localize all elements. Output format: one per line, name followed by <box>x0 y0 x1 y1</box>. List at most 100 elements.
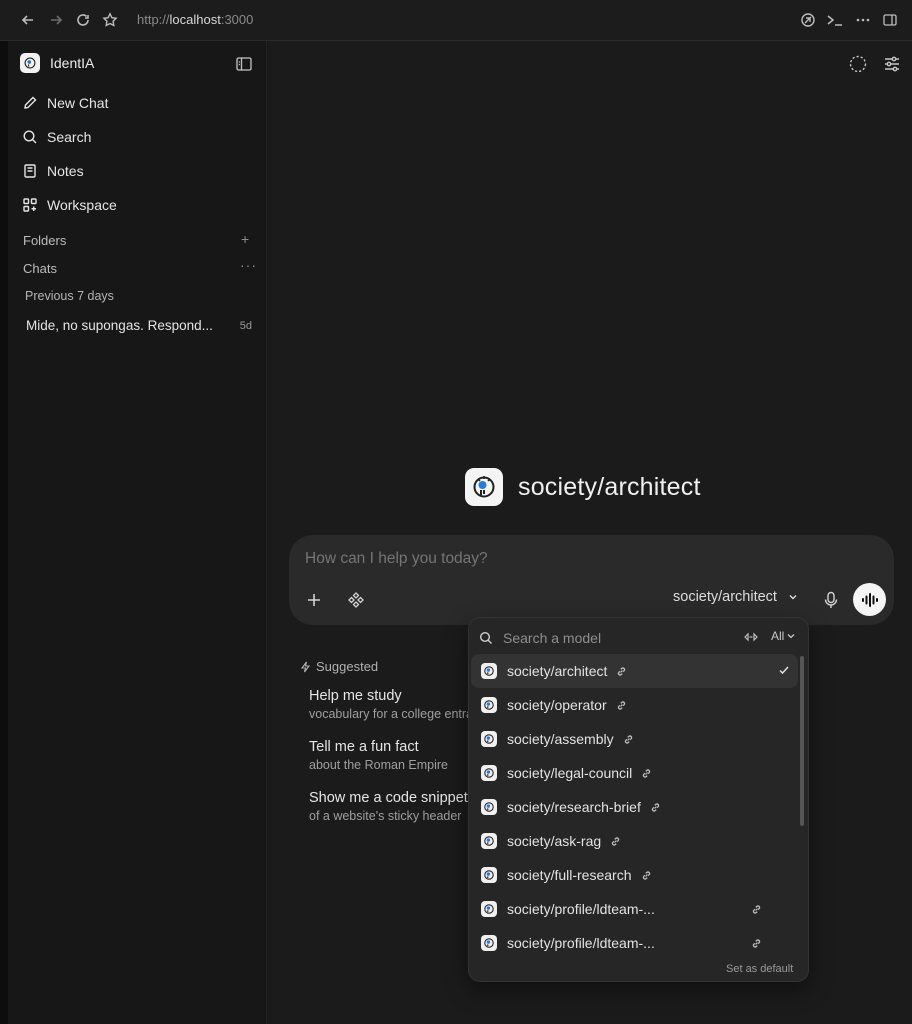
model-option-name: society/operator <box>507 697 607 713</box>
microphone-icon[interactable] <box>820 589 842 611</box>
suggestion-subtitle: about the Roman Empire <box>309 758 448 772</box>
temporary-chat-icon[interactable] <box>848 54 868 74</box>
link-icon <box>616 700 627 711</box>
model-option-name: society/profile/ldteam-... <box>507 901 655 917</box>
controls-sliders-icon[interactable] <box>882 54 902 74</box>
model-option-name: society/research-brief <box>507 799 641 815</box>
suggestion-item[interactable]: Show me a code snippet of a website's st… <box>309 790 469 823</box>
notebook-icon <box>24 164 36 178</box>
suggestion-subtitle: vocabulary for a college entrance exam <box>309 707 469 721</box>
model-list: society/architect society/operator society… <box>471 654 798 960</box>
model-option[interactable]: society/profile/ldteam-... <box>471 926 798 960</box>
suggestion-title: Tell me a fun fact <box>309 739 419 755</box>
add-folder-icon[interactable]: + <box>241 231 249 247</box>
notes-button[interactable]: Notes <box>22 159 84 183</box>
model-logo-icon <box>481 867 497 883</box>
filter-all-select[interactable]: All <box>771 629 796 643</box>
search-icon <box>479 631 492 644</box>
model-hero: society/architect <box>465 468 701 506</box>
model-option[interactable]: society/research-brief <box>471 790 798 824</box>
address-bar[interactable]: http://localhost:3000 <box>137 12 253 27</box>
chats-label[interactable]: Chats <box>23 261 57 276</box>
selected-model-label: society/architect <box>673 589 777 605</box>
model-option[interactable]: society/ask-rag <box>471 824 798 858</box>
link-icon <box>623 734 634 745</box>
model-option-name: society/full-research <box>507 867 632 883</box>
browser-toolbar: http://localhost:3000 <box>0 0 912 41</box>
model-option-name: society/profile/ldteam-... <box>507 935 655 951</box>
chat-group-label: Previous 7 days <box>25 289 114 303</box>
back-arrow-icon[interactable] <box>19 11 37 29</box>
url-scheme: http:// <box>137 12 170 27</box>
suggestion-subtitle: of a website's sticky header <box>309 809 462 823</box>
terminal-icon[interactable] <box>826 11 844 29</box>
chat-list-item[interactable]: Mide, no supongas. Respond... 5d <box>26 318 252 333</box>
pencil-icon <box>24 96 37 109</box>
model-logo-icon <box>481 935 497 951</box>
add-attachment-icon[interactable] <box>303 589 325 611</box>
model-logo-icon <box>481 901 497 917</box>
bookmark-star-icon[interactable] <box>101 11 119 29</box>
brand[interactable]: IdentIA <box>20 53 94 73</box>
dropdown-scrollbar[interactable] <box>800 656 804 826</box>
url-host: localhost <box>169 12 221 27</box>
suggestion-title: Help me study <box>309 688 402 704</box>
link-icon <box>641 870 652 881</box>
suggestion-item[interactable]: Tell me a fun fact about the Roman Empir… <box>309 739 469 772</box>
forward-arrow-icon[interactable] <box>47 11 65 29</box>
sidebar-panel-icon[interactable] <box>881 11 899 29</box>
model-logo-icon <box>481 765 497 781</box>
message-input[interactable] <box>305 550 865 568</box>
model-selector[interactable]: society/architect <box>673 589 799 605</box>
reload-icon[interactable] <box>74 11 92 29</box>
workspace-button[interactable]: Workspace <box>22 193 117 217</box>
link-icon <box>751 904 762 915</box>
link-icon <box>650 802 661 813</box>
search-icon <box>23 130 37 144</box>
nav-label-workspace: Workspace <box>47 197 117 213</box>
suggested-heading: Suggested <box>300 659 378 674</box>
lightning-icon <box>300 661 311 672</box>
set-default-link[interactable]: Set as default <box>726 963 793 975</box>
integrations-icon[interactable] <box>345 589 367 611</box>
message-composer: society/architect <box>289 535 894 625</box>
model-option[interactable]: society/legal-council <box>471 756 798 790</box>
model-option-name: society/assembly <box>507 731 614 747</box>
link-icon <box>610 836 621 847</box>
search-button[interactable]: Search <box>22 125 91 149</box>
brand-logo-icon <box>20 53 40 73</box>
model-option[interactable]: society/full-research <box>471 858 798 892</box>
url-port: :3000 <box>220 12 254 27</box>
workspace-icon <box>23 198 37 212</box>
new-chat-button[interactable]: New Chat <box>22 91 108 115</box>
model-logo-icon <box>481 697 497 713</box>
chevron-down-icon <box>789 595 797 600</box>
model-title: society/architect <box>518 472 701 501</box>
model-option[interactable]: society/profile/ldteam-... <box>471 892 798 926</box>
chat-age: 5d <box>239 319 252 332</box>
chats-more-icon[interactable]: ··· <box>240 257 257 273</box>
suggestion-item[interactable]: Help me study vocabulary for a college e… <box>309 688 469 721</box>
connection-filter-icon[interactable] <box>744 630 758 648</box>
extension-leaf-icon[interactable] <box>799 11 817 29</box>
model-dropdown: All society/architectsociety/operatorsoc… <box>468 617 809 982</box>
brand-name: IdentIA <box>50 55 95 71</box>
model-logo-icon <box>481 731 497 747</box>
model-logo-icon <box>481 663 497 679</box>
more-horizontal-icon[interactable] <box>854 11 872 29</box>
voice-mode-button[interactable] <box>853 583 886 616</box>
model-option-name: society/ask-rag <box>507 833 602 849</box>
folders-label[interactable]: Folders <box>23 233 66 248</box>
model-option[interactable]: society/operator <box>471 688 798 722</box>
audio-waveform-icon <box>861 592 878 607</box>
filter-all-label: All <box>771 629 785 643</box>
model-option[interactable]: society/assembly <box>471 722 798 756</box>
model-option-name: society/legal-council <box>507 765 633 781</box>
model-search-input[interactable] <box>503 630 723 646</box>
sidebar: IdentIA New Chat Search Notes Workspace … <box>8 41 267 1024</box>
chevron-down-icon <box>787 634 795 639</box>
model-option[interactable]: society/architect <box>471 654 798 688</box>
checkmark-icon <box>778 663 790 679</box>
chat-title: Mide, no supongas. Respond... <box>26 318 213 333</box>
sidebar-toggle-icon[interactable] <box>235 55 253 73</box>
